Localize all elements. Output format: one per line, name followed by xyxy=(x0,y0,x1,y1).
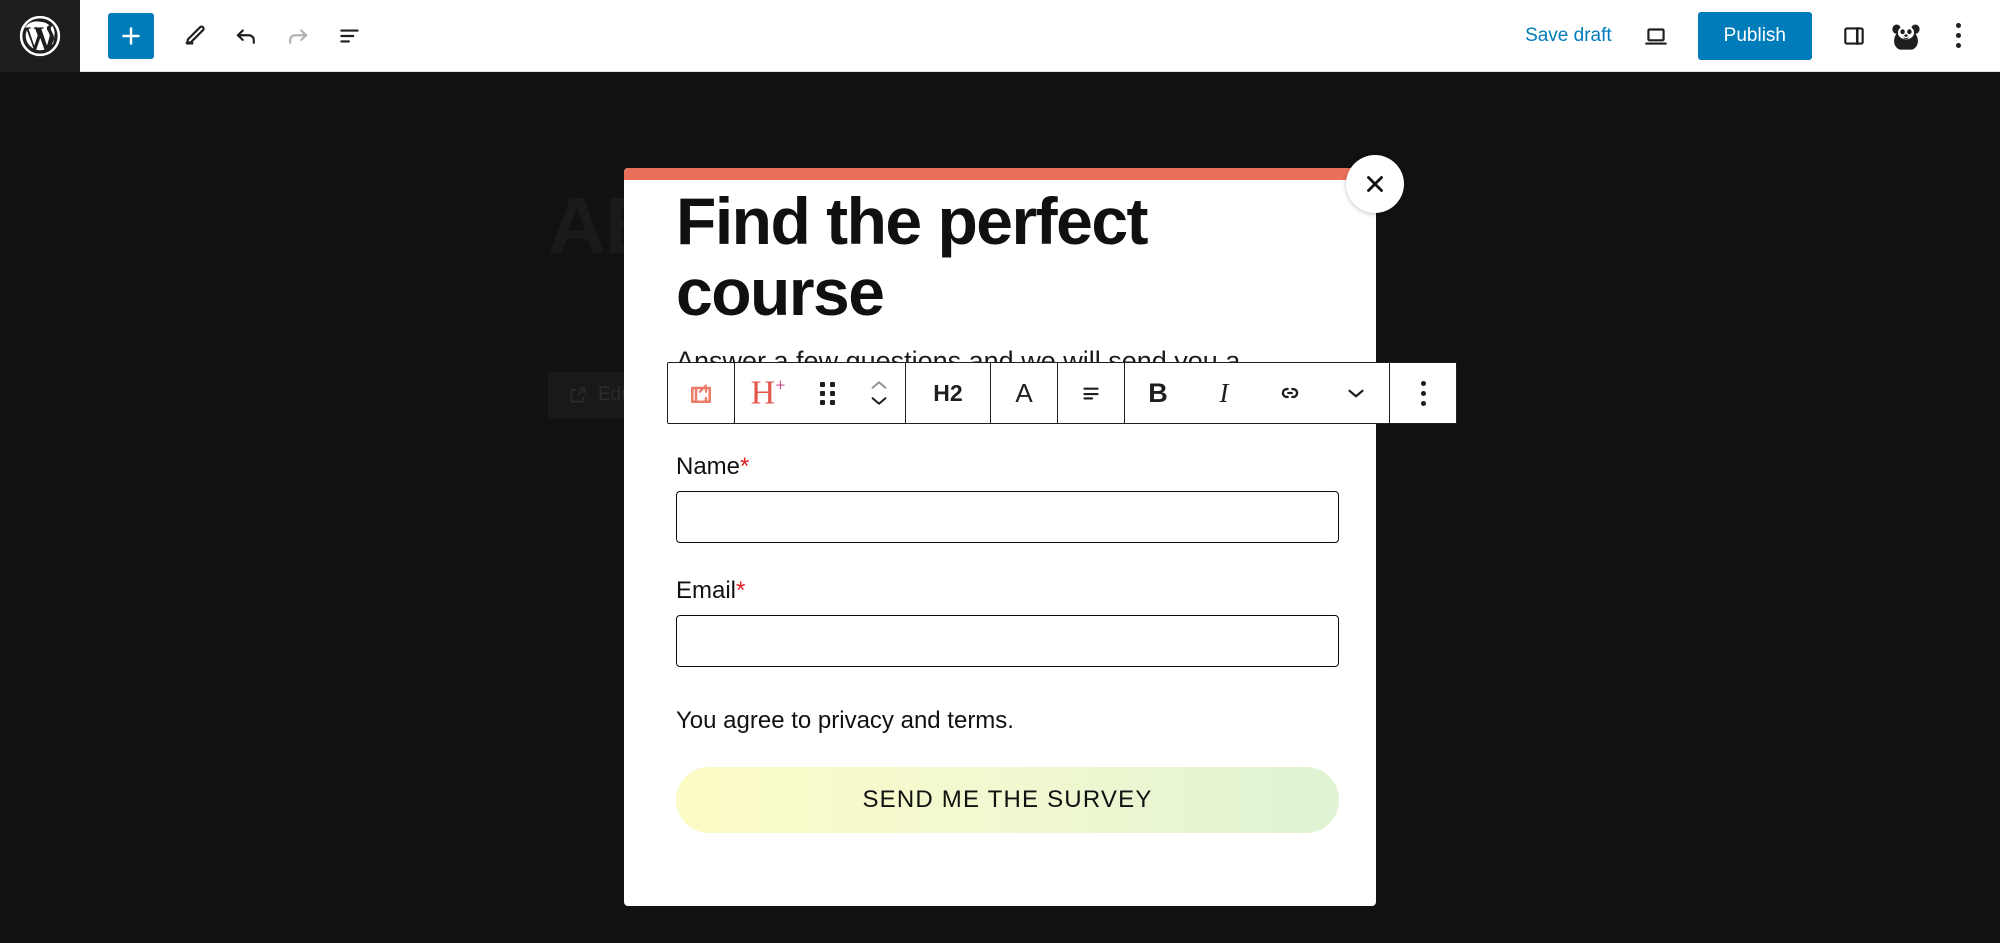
align-text-button[interactable] xyxy=(1058,363,1124,423)
chevron-up-icon xyxy=(871,381,887,389)
user-avatar-button[interactable] xyxy=(1882,12,1930,60)
submit-survey-button[interactable]: SEND ME THE SURVEY xyxy=(676,766,1339,833)
italic-button[interactable]: I xyxy=(1191,363,1257,423)
name-required-marker: * xyxy=(740,452,750,480)
document-overview-button[interactable] xyxy=(326,12,374,60)
parent-block-group xyxy=(667,362,735,424)
bold-label: B xyxy=(1148,377,1168,408)
top-bar-left-tools xyxy=(108,12,374,60)
sidebar-panel-icon xyxy=(1844,26,1864,45)
chevron-down-icon xyxy=(871,397,887,405)
block-type-switcher-button[interactable]: H+ xyxy=(735,363,801,423)
tools-button[interactable] xyxy=(170,12,218,60)
publish-button[interactable]: Publish xyxy=(1697,11,1812,60)
redo-arrow-icon xyxy=(289,29,308,44)
popup-accent-bar xyxy=(624,168,1376,180)
italic-label: I xyxy=(1219,377,1229,408)
privacy-terms-text: You agree to privacy and terms. xyxy=(676,706,1014,734)
align-group xyxy=(1057,362,1125,424)
preview-button[interactable] xyxy=(1632,12,1680,60)
save-draft-button[interactable]: Save draft xyxy=(1509,15,1628,57)
email-label-text: Email xyxy=(676,576,737,604)
drag-handle-dots-icon xyxy=(819,381,835,405)
popup-block[interactable]: Find the perfect course Answer a few que… xyxy=(624,168,1376,906)
chevron-down-icon xyxy=(1348,389,1364,398)
block-move-group: H+ xyxy=(734,362,906,424)
laptop-preview-icon xyxy=(1644,27,1667,45)
select-parent-block-button[interactable] xyxy=(668,363,734,423)
editor-canvas: ABOUT Edit Find the perfect course Answe… xyxy=(0,72,2000,943)
block-toolbar: H+ H2 A B I xyxy=(667,362,1457,424)
name-field-label: Name* xyxy=(676,453,1326,481)
wordpress-logo-icon xyxy=(19,15,61,56)
panda-avatar-icon xyxy=(1892,24,1920,50)
plus-icon xyxy=(122,26,140,45)
more-rich-text-button[interactable] xyxy=(1323,363,1389,423)
top-bar-right-tools: Save draft Publish xyxy=(1509,11,1982,60)
redo-button[interactable] xyxy=(274,12,322,60)
text-color-button[interactable]: A xyxy=(991,363,1057,423)
link-icon xyxy=(1281,387,1299,399)
popup-close-button[interactable] xyxy=(1346,155,1404,213)
add-block-button[interactable] xyxy=(108,12,154,59)
list-view-icon xyxy=(340,29,359,42)
undo-button[interactable] xyxy=(222,12,270,60)
email-required-marker: * xyxy=(736,576,746,604)
text-color-group: A xyxy=(990,362,1058,424)
editor-top-bar: Save draft Publish xyxy=(0,0,2000,72)
align-text-icon xyxy=(1083,387,1099,400)
more-options-button[interactable] xyxy=(1934,12,1982,60)
heading-level-label: H2 xyxy=(933,379,963,406)
undo-arrow-icon xyxy=(236,29,255,44)
drag-block-handle[interactable] xyxy=(801,363,853,423)
name-label-text: Name xyxy=(676,452,741,480)
link-button[interactable] xyxy=(1257,363,1323,423)
wordpress-logo-button[interactable] xyxy=(0,0,80,72)
popup-external-link-icon xyxy=(691,384,711,403)
kebab-menu-icon xyxy=(1955,23,1961,48)
block-movers[interactable] xyxy=(853,363,905,423)
popup-heading[interactable]: Find the perfect course xyxy=(676,186,1326,327)
editor-root: Save draft Publish Edit Find the perfect… xyxy=(0,0,2000,943)
name-input[interactable] xyxy=(676,490,1339,543)
bold-button[interactable]: B xyxy=(1125,363,1191,423)
block-options-group xyxy=(1389,362,1457,424)
close-x-icon xyxy=(1367,176,1383,192)
heading-level-button[interactable]: H2 xyxy=(906,363,990,423)
pencil-icon xyxy=(185,25,205,45)
block-options-button[interactable] xyxy=(1390,363,1456,423)
settings-sidebar-button[interactable] xyxy=(1830,12,1878,60)
kebab-menu-icon xyxy=(1420,380,1426,406)
popup-content: Find the perfect course Answer a few que… xyxy=(624,186,1376,833)
heading-plus-icon: H+ xyxy=(750,374,786,412)
rich-text-group: B I xyxy=(1124,362,1390,424)
text-color-label: A xyxy=(1015,377,1033,408)
email-field-label: Email* xyxy=(676,577,1326,605)
heading-level-group: H2 xyxy=(905,362,991,424)
external-link-icon xyxy=(570,387,586,403)
email-input[interactable] xyxy=(676,614,1339,667)
